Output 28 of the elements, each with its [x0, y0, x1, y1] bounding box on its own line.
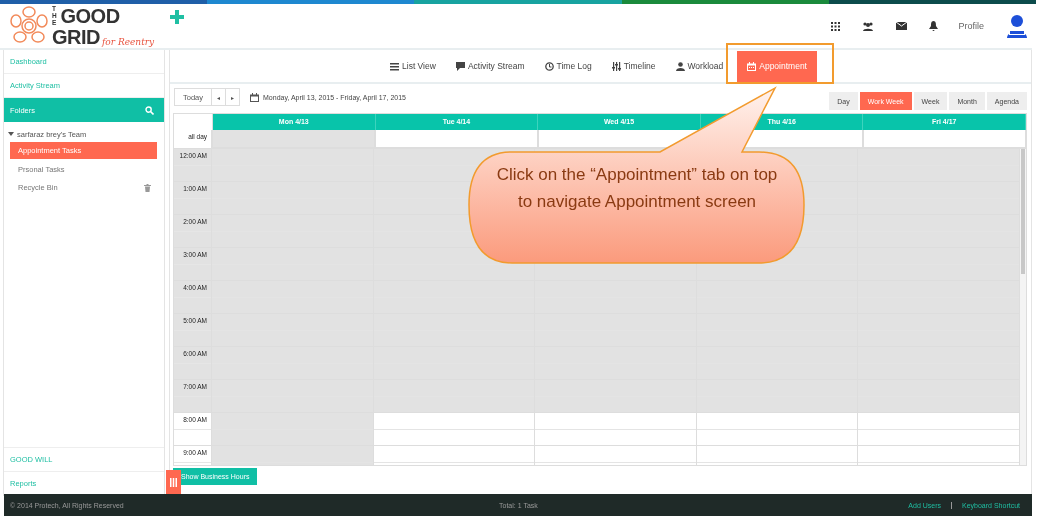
list-icon: [390, 61, 399, 71]
calendar-icon: [250, 92, 259, 102]
view-tab[interactable]: List View: [384, 51, 442, 81]
add-icon[interactable]: [170, 10, 185, 24]
trash-icon[interactable]: [144, 183, 151, 192]
comment-icon: [455, 61, 465, 71]
mail-icon[interactable]: [896, 22, 908, 30]
clock-icon: [544, 61, 554, 71]
view-tab[interactable]: Activity Stream: [449, 51, 531, 81]
bell-icon[interactable]: [929, 21, 939, 31]
logo-text: GOOD: [60, 7, 120, 26]
sliders-icon: [611, 61, 621, 71]
users-icon[interactable]: [862, 21, 875, 31]
bars-icon: [170, 478, 177, 487]
view-tab[interactable]: Workload: [669, 51, 730, 81]
view-tab[interactable]: Timeline: [605, 51, 662, 81]
view-tab[interactable]: Time Log: [538, 51, 598, 81]
profile-link[interactable]: Profile: [958, 21, 984, 31]
avatar-icon[interactable]: [1006, 14, 1028, 38]
search-icon[interactable]: [145, 105, 154, 115]
all-day-slot[interactable]: [374, 130, 538, 148]
logo-text: GRID: [52, 28, 100, 47]
all-day-slot[interactable]: [863, 130, 1026, 148]
logo-tagline: for Reentry: [102, 37, 155, 47]
collapse-handle[interactable]: [166, 470, 181, 495]
apps-grid-icon[interactable]: [831, 21, 841, 31]
calendar-icon: [747, 61, 757, 71]
user-icon: [675, 61, 685, 71]
